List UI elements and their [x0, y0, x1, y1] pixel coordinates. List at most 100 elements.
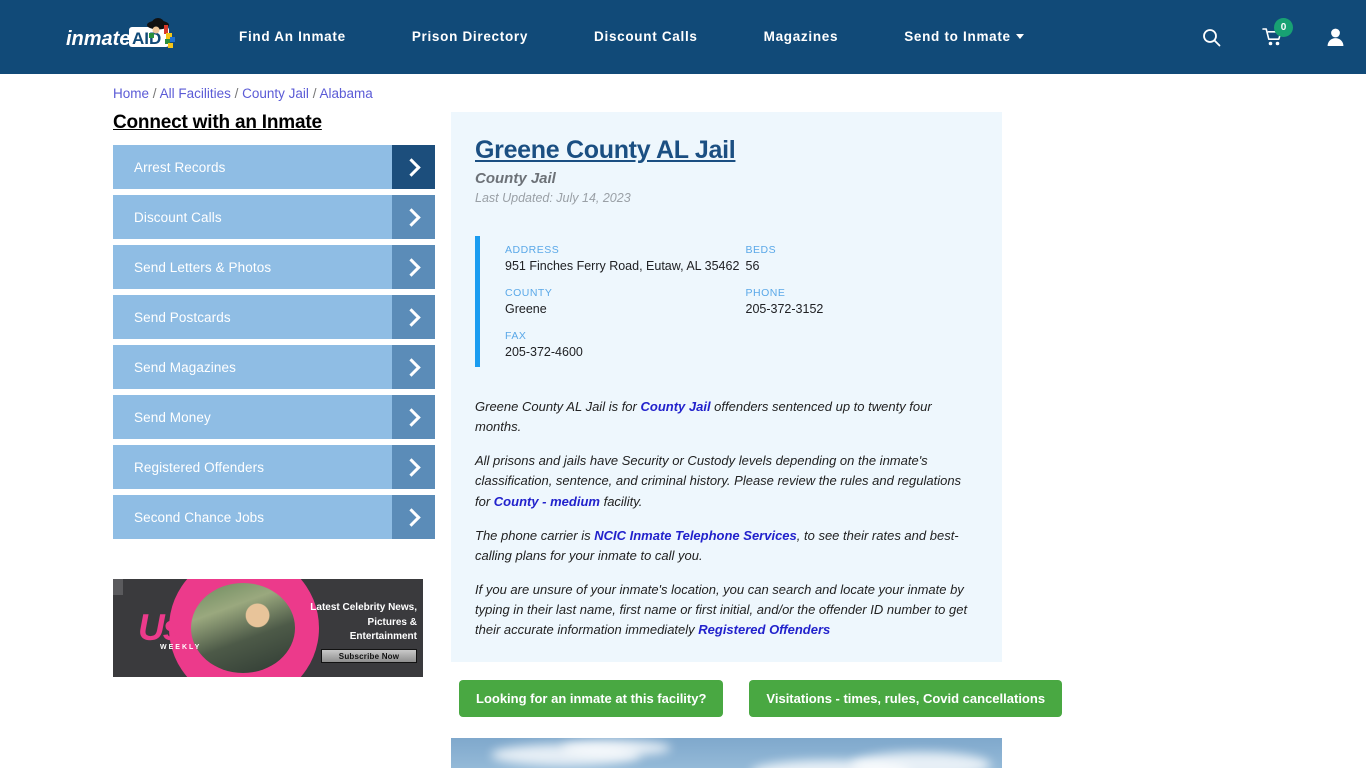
chevron-right-icon — [392, 295, 435, 339]
sidebar-item-label: Send Magazines — [134, 359, 236, 375]
facility-description: Greene County AL Jail is for County Jail… — [475, 397, 978, 640]
nav-label: Find An Inmate — [239, 29, 346, 44]
field-label: ADDRESS — [505, 244, 560, 256]
sidebar-item-send-magazines[interactable]: Send Magazines — [113, 345, 435, 389]
facility-field-county: COUNTY Greene — [505, 287, 742, 316]
facility-exterior-photo — [451, 738, 1002, 768]
sidebar-item-arrest-records[interactable]: Arrest Records — [113, 145, 435, 189]
sidebar-item-label: Registered Offenders — [134, 459, 265, 475]
facility-field-phone: PHONE 205-372-3152 — [746, 287, 979, 316]
search-button[interactable] — [1180, 0, 1242, 74]
field-label: PHONE — [745, 287, 786, 299]
ad-corner-strip — [113, 579, 123, 595]
ad-subscribe-button[interactable]: Subscribe Now — [321, 649, 417, 663]
chevron-right-icon — [392, 145, 435, 189]
nav-item-magazines[interactable]: Magazines — [731, 0, 872, 74]
facility-last-updated: Last Updated: July 14, 2023 — [475, 191, 631, 205]
nav-label: Magazines — [763, 29, 839, 44]
field-label: FAX — [505, 330, 527, 342]
facility-info-column-left: ADDRESS 951 Finches Ferry Road, Eutaw, A… — [505, 244, 742, 359]
sidebar-item-label: Discount Calls — [134, 209, 222, 225]
ad-brand-subtext: WEEKLY — [160, 644, 202, 651]
nav-label: Prison Directory — [411, 29, 529, 44]
svg-text:inmate: inmate — [66, 28, 130, 50]
chevron-right-icon — [392, 395, 435, 439]
nav-item-discount-calls[interactable]: Discount Calls — [561, 0, 731, 74]
sidebar-item-send-postcards[interactable]: Send Postcards — [113, 295, 435, 339]
inline-link[interactable]: County - medium — [494, 494, 600, 509]
description-paragraph: The phone carrier is NCIC Inmate Telepho… — [475, 527, 959, 563]
cart-button[interactable]: 0 — [1242, 0, 1304, 74]
facility-type: County Jail — [475, 170, 556, 187]
page-title: Connect with an Inmate — [113, 112, 322, 133]
inmate-aid-logo: inmate AID — [66, 17, 194, 57]
field-value: 205-372-3152 — [745, 302, 824, 316]
ad-photo — [191, 583, 295, 673]
inline-link[interactable]: NCIC Inmate Telephone Services — [594, 528, 797, 543]
chevron-right-icon — [392, 445, 435, 489]
cta-button-row: Looking for an inmate at this facility? … — [451, 680, 1063, 718]
inline-link[interactable]: County Jail — [640, 399, 710, 414]
facility-title: Greene County AL Jail — [475, 136, 736, 164]
main-content: Greene County AL Jail County Jail Last U… — [451, 112, 1063, 768]
logo-link[interactable]: inmate AID — [0, 0, 200, 74]
description-paragraph: If you are unsure of your inmate's locat… — [475, 581, 968, 638]
field-label: COUNTY — [505, 287, 553, 299]
facility-field-fax: FAX 205-372-4600 — [505, 330, 742, 359]
sidebar-item-send-money[interactable]: Send Money — [113, 395, 435, 439]
chevron-right-icon — [392, 495, 435, 539]
field-value: Greene — [505, 302, 547, 316]
facility-card: Greene County AL Jail County Jail Last U… — [451, 112, 1002, 663]
cloud-shape — [851, 752, 991, 768]
facility-info-block: ADDRESS 951 Finches Ferry Road, Eutaw, A… — [475, 236, 978, 367]
find-inmate-button[interactable]: Looking for an inmate at this facility? — [459, 680, 724, 718]
description-paragraph: Greene County AL Jail is for County Jail… — [475, 399, 932, 435]
main-navigation: Find An Inmate Prison Directory Discount… — [206, 0, 1057, 74]
breadcrumb-item-county-jail[interactable]: County Jail — [242, 86, 309, 101]
sidebar-item-registered-offenders[interactable]: Registered Offenders — [113, 445, 435, 489]
sidebar-item-label: Send Money — [134, 409, 211, 425]
advertisement-banner[interactable]: Us WEEKLY Latest Celebrity News, Picture… — [113, 579, 423, 677]
facility-field-beds: BEDS 56 — [746, 244, 979, 273]
breadcrumb-separator: / — [312, 86, 317, 101]
sidebar-item-discount-calls[interactable]: Discount Calls — [113, 195, 435, 239]
user-account-icon — [1327, 28, 1343, 46]
nav-item-send-to-inmate[interactable]: Send to Inmate — [871, 0, 1057, 74]
breadcrumb-item-alabama[interactable]: Alabama — [319, 86, 372, 101]
breadcrumb-item-all-facilities[interactable]: All Facilities — [160, 86, 231, 101]
chevron-right-icon — [392, 195, 435, 239]
account-button[interactable] — [1304, 0, 1366, 74]
field-value: 951 Finches Ferry Road, Eutaw, AL 35462 — [505, 259, 740, 273]
cart-count-badge: 0 — [1274, 18, 1293, 37]
sidebar-item-label: Send Postcards — [134, 309, 231, 325]
sidebar-item-send-letters-photos[interactable]: Send Letters & Photos — [113, 245, 435, 289]
sidebar-item-label: Second Chance Jobs — [134, 509, 265, 525]
site-header: inmate AID Find An Inmate Prison Directo… — [0, 0, 1366, 74]
field-label: BEDS — [745, 244, 777, 256]
header-icon-group: 0 — [1180, 0, 1366, 74]
nav-label: Send to Inmate — [904, 29, 1011, 44]
chevron-right-icon — [392, 245, 435, 289]
ad-headline: Latest Celebrity News, Pictures & Entert… — [310, 602, 417, 642]
chevron-down-icon — [1015, 33, 1024, 39]
page-body: Home / All Facilities / County Jail / Al… — [0, 74, 1366, 768]
field-value: 56 — [745, 259, 760, 273]
breadcrumb-separator: / — [152, 86, 157, 101]
breadcrumb-separator: / — [234, 86, 239, 101]
sidebar-item-second-chance-jobs[interactable]: Second Chance Jobs — [113, 495, 435, 539]
inline-link[interactable]: Registered Offenders — [698, 622, 830, 637]
facility-info-column-right: BEDS 56 PHONE 205-372-3152 — [742, 244, 979, 359]
chevron-right-icon — [392, 345, 435, 389]
nav-label: Discount Calls — [594, 29, 698, 44]
facility-field-address: ADDRESS 951 Finches Ferry Road, Eutaw, A… — [505, 244, 742, 273]
breadcrumb-item-home[interactable]: Home — [113, 86, 149, 101]
visitations-button[interactable]: Visitations - times, rules, Covid cancel… — [749, 680, 1063, 718]
content-row: Connect with an Inmate Arrest Records Di… — [0, 112, 1366, 768]
nav-item-prison-directory[interactable]: Prison Directory — [379, 0, 561, 74]
nav-item-find-an-inmate[interactable]: Find An Inmate — [206, 0, 379, 74]
sidebar-item-label: Arrest Records — [134, 159, 226, 175]
sidebar-item-label: Send Letters & Photos — [134, 259, 272, 275]
breadcrumb: Home / All Facilities / County Jail / Al… — [0, 74, 1366, 101]
ad-brand-text: Us — [138, 607, 183, 648]
left-sidebar: Connect with an Inmate Arrest Records Di… — [113, 112, 435, 768]
